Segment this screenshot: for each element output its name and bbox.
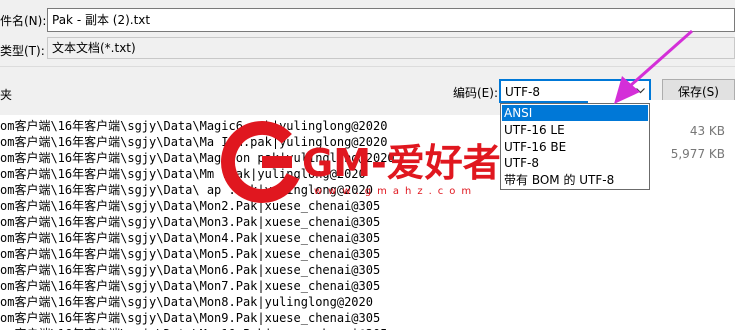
file-row[interactable]: om客户端\16年客户端\sgjy\Data\Mon9.Pak|xuese_ch… [0, 310, 588, 327]
file-row[interactable]: om客户端\16年客户端\sgjy\Data\Mon10.Pak|xuese_c… [0, 326, 588, 330]
file-row[interactable]: om客户端\16年客户端\sgjy\Data\Mon2.Pak|xuese_ch… [0, 198, 588, 215]
file-row[interactable]: om客户端\16年客户端\sgjy\Data\Mon8.Pak|yulinglo… [0, 294, 588, 311]
encoding-label: 编码(E): [453, 86, 498, 100]
savetype-value: 文本文档(*.txt) [52, 41, 136, 55]
encoding-value: UTF-8 [505, 85, 540, 99]
file-size-2: 5,977 KB [670, 147, 725, 161]
savetype-label: 类型(T): [0, 44, 45, 58]
file-row[interactable]: om客户端\16年客户端\sgjy\Data\Mon5.Pak|xuese_ch… [0, 246, 588, 263]
file-row[interactable]: om客户端\16年客户端\sgjy\Data\Mon4.Pak|xuese_ch… [0, 230, 588, 247]
file-row[interactable]: om客户端\16年客户端\sgjy\Data\Mon6.Pak|xuese_ch… [0, 262, 588, 279]
file-size-1: 43 KB [689, 124, 725, 138]
file-row[interactable]: om客户端\16年客户端\sgjy\Data\Mon7.Pak|xuese_ch… [0, 278, 588, 295]
encoding-option[interactable]: 带有 BOM 的 UTF-8 [502, 172, 648, 188]
file-row[interactable]: om客户端\16年客户端\sgjy\Data\Mon3.Pak|xuese_ch… [0, 214, 588, 231]
encoding-option[interactable]: UTF-16 BE [502, 139, 648, 155]
annotation-arrow-icon [614, 29, 693, 104]
folder-label: 夹 [0, 88, 13, 102]
encoding-option[interactable]: UTF-8 [502, 155, 648, 171]
encoding-option[interactable]: UTF-16 LE [502, 122, 648, 138]
filename-label: 件名(N): [0, 14, 47, 28]
